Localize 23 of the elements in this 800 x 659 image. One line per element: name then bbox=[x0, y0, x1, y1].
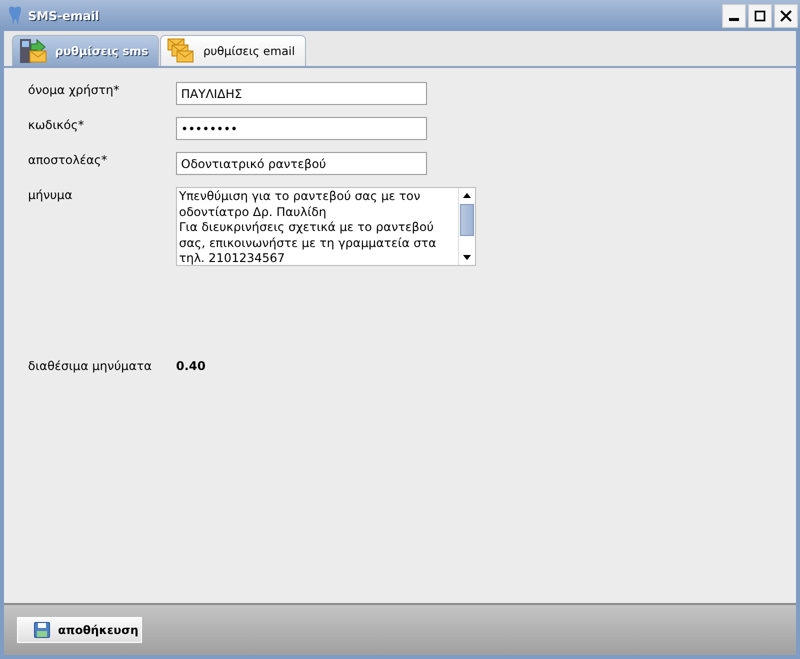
field-label: αποστολέας* bbox=[28, 152, 108, 167]
message-text-area[interactable]: Υπενθύμιση για το ραντεβού σας με τον οδοντίατρο Δρ. Παυλίδη Για διευκρινήσεις σχετικά με το ραντεβού σας, επικοινωνήστε με τη γραμματεία στα τηλ. 2101234567 bbox=[176, 187, 476, 266]
close-button[interactable] bbox=[774, 4, 798, 28]
input-field[interactable]: •••••••• bbox=[176, 117, 427, 140]
available-messages-label: διαθέσιμα μηνύματα bbox=[28, 358, 153, 373]
minimize-icon bbox=[729, 18, 739, 21]
input-field[interactable]: Οδοντιατρικό ραντεβού bbox=[176, 152, 427, 175]
scrollbar-thumb[interactable] bbox=[460, 204, 474, 236]
minimize-button[interactable] bbox=[722, 4, 746, 28]
save-icon bbox=[34, 622, 50, 638]
window-title: SMS-email bbox=[28, 8, 100, 22]
available-messages-value: 0.40 bbox=[176, 358, 207, 372]
tooth-icon bbox=[8, 6, 22, 26]
field-label: μήνυμα bbox=[28, 187, 74, 202]
input-field[interactable]: ΠΑΥΛΙΔΗΣ bbox=[176, 82, 427, 105]
maximize-button[interactable] bbox=[748, 4, 772, 28]
save-button[interactable]: αποθήκευση bbox=[17, 617, 142, 643]
field-label: όνομα χρήστη* bbox=[28, 82, 120, 97]
tab[interactable]: ρυθμίσεις email bbox=[160, 35, 306, 66]
field-label: κωδικός* bbox=[28, 117, 85, 132]
maximize-icon bbox=[754, 10, 766, 22]
close-icon bbox=[780, 10, 792, 22]
phone-envelope-icon bbox=[19, 38, 49, 64]
